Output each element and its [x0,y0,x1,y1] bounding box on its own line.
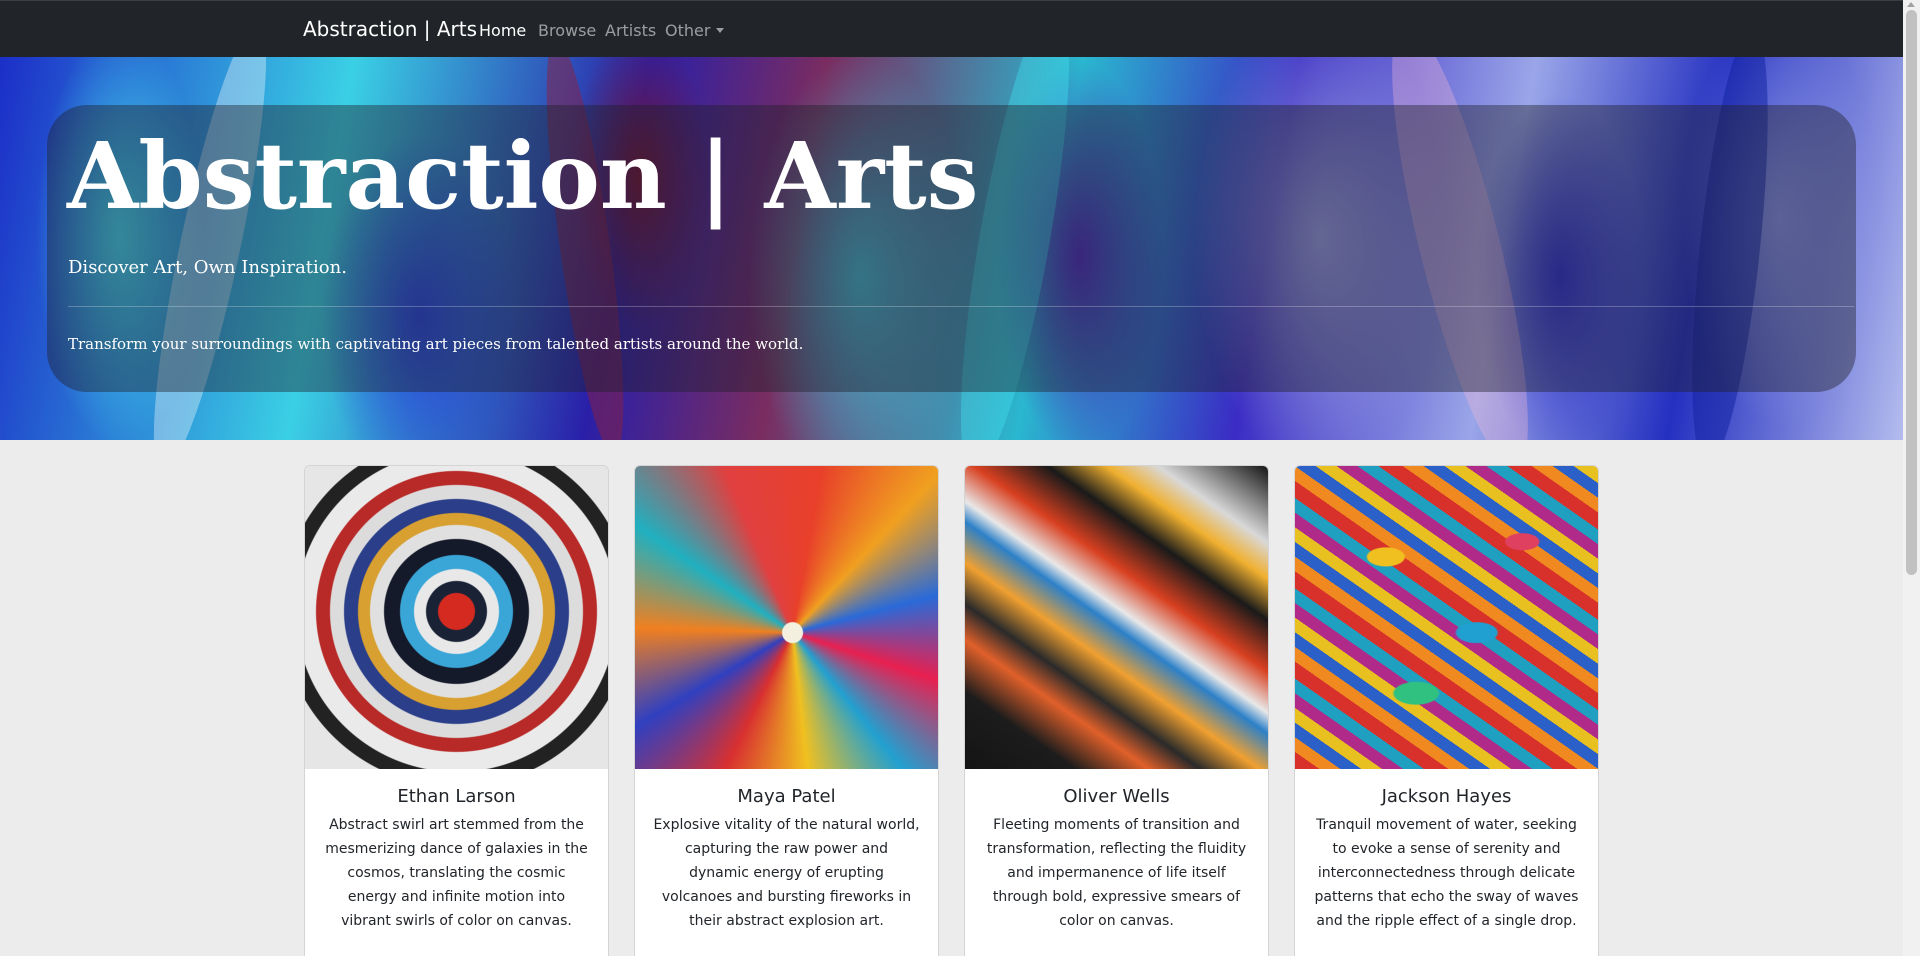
artist-name: Oliver Wells [1063,786,1170,807]
artist-description: Explosive vitality of the natural world,… [653,817,920,929]
hero-divider [68,306,1854,307]
artist-card-jackson-hayes[interactable]: Jackson Hayes Tranquil movement of water… [1294,465,1599,956]
artist-card-ethan-larson[interactable]: Ethan Larson Abstract swirl art stemmed … [304,465,609,956]
artist-description: Tranquil movement of water, seeking to e… [1314,817,1579,929]
artwork-image[interactable] [635,466,938,769]
vertical-scrollbar[interactable] [1903,0,1920,956]
nav-home[interactable]: Home [479,21,526,40]
hero-description: Transform your surroundings with captiva… [68,335,804,353]
scrollbar-thumb[interactable] [1906,10,1917,575]
scroll-up-icon[interactable] [1907,2,1915,7]
brand-link[interactable]: Abstraction | Arts [303,17,477,41]
nav-other-dropdown[interactable]: Other [665,21,725,40]
nav-artists[interactable]: Artists [605,21,656,40]
artwork-image[interactable] [1295,466,1598,769]
nav-other-label: Other [665,21,711,40]
artist-description: Fleeting moments of transition and trans… [986,817,1247,929]
artist-card-oliver-wells[interactable]: Oliver Wells Fleeting moments of transit… [964,465,1269,956]
artwork-image[interactable] [305,466,608,769]
hero-title: Abstraction | Arts [67,122,979,230]
artist-name: Jackson Hayes [1381,786,1512,807]
hero-banner [0,57,1903,440]
nav-browse[interactable]: Browse [538,21,596,40]
hero-subtitle: Discover Art, Own Inspiration. [68,257,347,278]
artwork-image[interactable] [965,466,1268,769]
artist-name: Ethan Larson [397,786,516,807]
top-navbar: Abstraction | Arts Home Browse Artists O… [0,0,1903,57]
artist-description: Abstract swirl art stemmed from the mesm… [325,817,588,929]
artist-name: Maya Patel [737,786,836,807]
caret-down-icon [716,28,725,33]
artist-card-maya-patel[interactable]: Maya Patel Explosive vitality of the nat… [634,465,939,956]
